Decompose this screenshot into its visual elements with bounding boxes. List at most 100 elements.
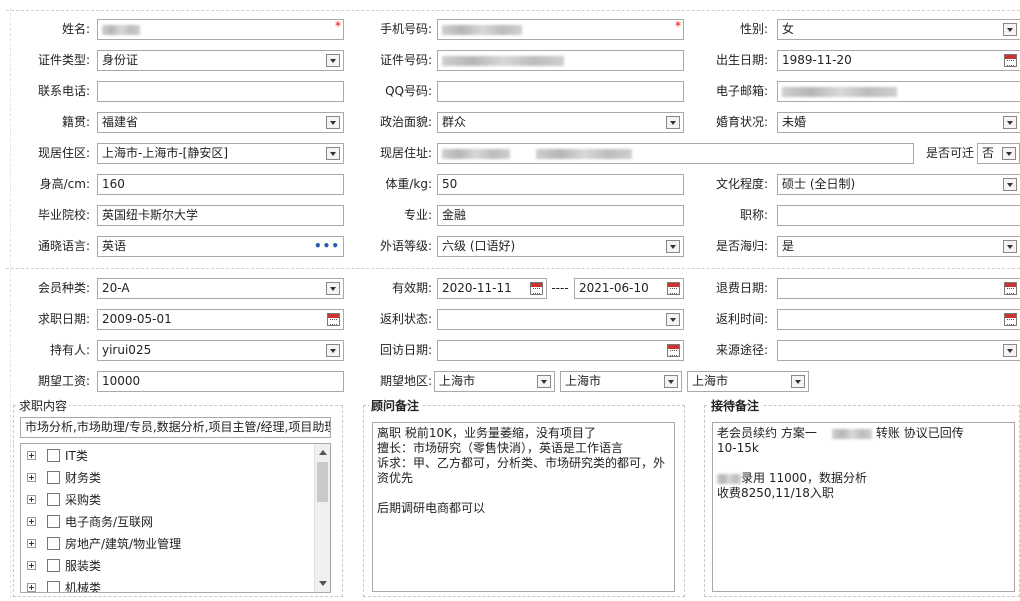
category-checkbox[interactable]: [47, 471, 60, 484]
education-label: 文化程度:: [715, 177, 768, 191]
category-checkbox[interactable]: [47, 559, 60, 572]
title-field[interactable]: [777, 205, 1020, 226]
phone-field[interactable]: [97, 81, 344, 102]
tree-item[interactable]: 财务类: [21, 467, 311, 489]
idno-field[interactable]: [437, 50, 684, 71]
qq-field[interactable]: [437, 81, 684, 102]
refund-date-field[interactable]: [777, 278, 1020, 299]
area-district-select[interactable]: 上海市: [687, 371, 809, 392]
chevron-down-icon[interactable]: [666, 240, 680, 253]
political-select[interactable]: 群众: [437, 112, 684, 133]
chevron-down-icon[interactable]: [326, 344, 340, 357]
job-summary-field[interactable]: 市场分析,市场助理/专员,数据分析,项目主管/经理,项目助理: [20, 417, 331, 438]
chevron-down-icon[interactable]: [326, 282, 340, 295]
category-checkbox[interactable]: [47, 537, 60, 550]
scroll-thumb[interactable]: [317, 462, 328, 502]
consultant-notes-textarea[interactable]: 离职 税前10K，业务量萎缩，没有项目了 擅长：市场研究（零售快消），英语是工作…: [372, 422, 675, 592]
address-field[interactable]: [437, 143, 914, 164]
gender-select[interactable]: 女: [777, 19, 1020, 40]
calendar-icon[interactable]: [667, 282, 680, 295]
category-checkbox[interactable]: [47, 493, 60, 506]
tree-item[interactable]: 采购类: [21, 489, 311, 511]
reception-note-line: 收费8250,11/18入职: [717, 486, 834, 500]
category-checkbox[interactable]: [47, 449, 60, 462]
native-select[interactable]: 福建省: [97, 112, 344, 133]
calendar-icon[interactable]: [1004, 282, 1017, 295]
major-field[interactable]: 金融: [437, 205, 684, 226]
tree-item[interactable]: 机械类: [21, 577, 311, 592]
idtype-select[interactable]: 身份证: [97, 50, 344, 71]
tree-item[interactable]: 服装类: [21, 555, 311, 577]
calendar-icon[interactable]: [1004, 313, 1017, 326]
chevron-down-icon[interactable]: [326, 116, 340, 129]
category-checkbox[interactable]: [47, 581, 60, 592]
weight-field[interactable]: 50: [437, 174, 684, 195]
scroll-up-icon[interactable]: [319, 450, 327, 455]
chevron-down-icon[interactable]: [1003, 344, 1017, 357]
chevron-down-icon[interactable]: [537, 375, 551, 388]
source-select[interactable]: [777, 340, 1020, 361]
holder-select[interactable]: yirui025: [97, 340, 344, 361]
expand-icon[interactable]: [27, 495, 36, 504]
tree-scrollbar[interactable]: [314, 444, 330, 592]
salary-field[interactable]: 10000: [97, 371, 344, 392]
calendar-icon[interactable]: [667, 344, 680, 357]
reception-notes-textarea[interactable]: 老会员续约 方案一 转账 协议已回传 10-15k 录用 11000，数据分析 …: [712, 422, 1015, 592]
validity-to-field[interactable]: 2021-06-10: [574, 278, 684, 299]
chevron-down-icon[interactable]: [1003, 116, 1017, 129]
chevron-down-icon[interactable]: [1003, 240, 1017, 253]
expand-icon[interactable]: [27, 561, 36, 570]
scroll-down-icon[interactable]: [319, 581, 327, 586]
visit-date-field[interactable]: [437, 340, 684, 361]
rebate-time-field[interactable]: [777, 309, 1020, 330]
chevron-down-icon[interactable]: [1002, 147, 1016, 160]
chevron-down-icon[interactable]: [1003, 178, 1017, 191]
tree-item[interactable]: 电子商务/互联网: [21, 511, 311, 533]
job-date-field[interactable]: 2009-05-01: [97, 309, 344, 330]
expand-icon[interactable]: [27, 517, 36, 526]
member-type-select[interactable]: 20-A: [97, 278, 344, 299]
school-field[interactable]: 英国纽卡斯尔大学: [97, 205, 344, 226]
chevron-down-icon[interactable]: [326, 147, 340, 160]
category-checkbox[interactable]: [47, 515, 60, 528]
relocate-value: 否: [982, 146, 995, 160]
calendar-icon[interactable]: [1004, 54, 1017, 67]
weight-label: 体重/kg:: [385, 177, 432, 191]
tree-item[interactable]: 房地产/建筑/物业管理: [21, 533, 311, 555]
area-city-select[interactable]: 上海市: [560, 371, 682, 392]
name-field[interactable]: *: [97, 19, 344, 40]
chevron-down-icon[interactable]: [666, 313, 680, 326]
chevron-down-icon[interactable]: [326, 54, 340, 67]
chevron-down-icon[interactable]: [666, 116, 680, 129]
expand-icon[interactable]: [27, 539, 36, 548]
chevron-down-icon[interactable]: [791, 375, 805, 388]
validity-from-field[interactable]: 2020-11-11: [437, 278, 547, 299]
foreign-level-select[interactable]: 六级 (口语好): [437, 236, 684, 257]
region-select[interactable]: 上海市-上海市-[静安区]: [97, 143, 344, 164]
birth-date-field[interactable]: 1989-11-20: [777, 50, 1020, 71]
overseas-select[interactable]: 是: [777, 236, 1020, 257]
rebate-status-select[interactable]: [437, 309, 684, 330]
chevron-down-icon[interactable]: [664, 375, 678, 388]
language-field[interactable]: 英语 •••: [97, 236, 344, 257]
email-field[interactable]: [777, 81, 1020, 102]
area-province-select[interactable]: 上海市: [434, 371, 555, 392]
expand-icon[interactable]: [27, 583, 36, 592]
relocate-select[interactable]: 否: [977, 143, 1020, 164]
school-value: 英国纽卡斯尔大学: [102, 208, 199, 222]
tree-item[interactable]: IT类: [21, 445, 311, 467]
native-value: 福建省: [102, 115, 139, 129]
height-field[interactable]: 160: [97, 174, 344, 195]
mobile-field[interactable]: *: [437, 19, 684, 40]
calendar-icon[interactable]: [327, 313, 340, 326]
job-date-label: 求职日期:: [37, 312, 90, 326]
marital-select[interactable]: 未婚: [777, 112, 1020, 133]
major-label: 专业:: [403, 208, 432, 222]
expand-icon[interactable]: [27, 451, 36, 460]
expand-icon[interactable]: [27, 473, 36, 482]
calendar-icon[interactable]: [530, 282, 543, 295]
education-select[interactable]: 硕士 (全日制): [777, 174, 1020, 195]
job-category-tree[interactable]: IT类 财务类 采购类 电子商务/互联网 房地产/建筑/物业管理 服装类 机械类: [20, 443, 331, 593]
more-options-icon[interactable]: •••: [314, 237, 340, 256]
chevron-down-icon[interactable]: [1003, 23, 1017, 36]
